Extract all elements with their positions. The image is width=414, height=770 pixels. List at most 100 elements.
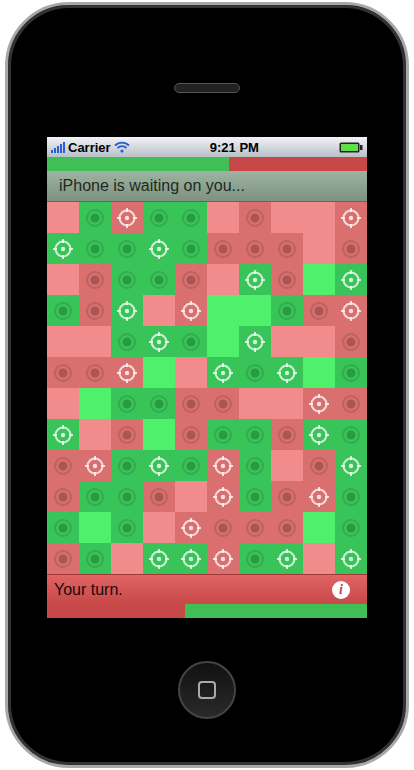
grid-cell[interactable] bbox=[239, 543, 271, 574]
grid-cell[interactable] bbox=[47, 233, 79, 264]
grid-cell[interactable] bbox=[175, 543, 207, 574]
grid-cell[interactable] bbox=[335, 295, 367, 326]
grid-cell[interactable] bbox=[303, 326, 335, 357]
grid-cell[interactable] bbox=[79, 512, 111, 543]
grid-cell[interactable] bbox=[239, 295, 271, 326]
grid-cell[interactable] bbox=[271, 419, 303, 450]
grid-cell[interactable] bbox=[239, 481, 271, 512]
grid-cell[interactable] bbox=[303, 357, 335, 388]
grid-cell[interactable] bbox=[111, 326, 143, 357]
grid-cell[interactable] bbox=[143, 264, 175, 295]
grid-cell[interactable] bbox=[335, 450, 367, 481]
grid-cell[interactable] bbox=[175, 512, 207, 543]
grid-cell[interactable] bbox=[175, 419, 207, 450]
grid-cell[interactable] bbox=[79, 388, 111, 419]
grid-cell[interactable] bbox=[79, 233, 111, 264]
grid-cell[interactable] bbox=[111, 481, 143, 512]
grid-cell[interactable] bbox=[175, 357, 207, 388]
grid-cell[interactable] bbox=[239, 512, 271, 543]
grid-cell[interactable] bbox=[111, 357, 143, 388]
grid-cell[interactable] bbox=[239, 419, 271, 450]
grid-cell[interactable] bbox=[335, 357, 367, 388]
grid-cell[interactable] bbox=[143, 357, 175, 388]
grid-cell[interactable] bbox=[143, 450, 175, 481]
grid-cell[interactable] bbox=[111, 295, 143, 326]
grid-cell[interactable] bbox=[207, 326, 239, 357]
grid-cell[interactable] bbox=[207, 295, 239, 326]
home-button[interactable] bbox=[178, 661, 236, 719]
grid-cell[interactable] bbox=[207, 543, 239, 574]
grid-cell[interactable] bbox=[143, 388, 175, 419]
grid-cell[interactable] bbox=[239, 357, 271, 388]
grid-cell[interactable] bbox=[175, 202, 207, 233]
grid-cell[interactable] bbox=[271, 388, 303, 419]
grid-cell[interactable] bbox=[335, 202, 367, 233]
grid-cell[interactable] bbox=[303, 233, 335, 264]
grid-cell[interactable] bbox=[111, 202, 143, 233]
grid-cell[interactable] bbox=[335, 233, 367, 264]
grid-cell[interactable] bbox=[175, 264, 207, 295]
grid-cell[interactable] bbox=[111, 233, 143, 264]
grid-cell[interactable] bbox=[239, 450, 271, 481]
grid-cell[interactable] bbox=[271, 202, 303, 233]
grid-cell[interactable] bbox=[271, 481, 303, 512]
grid-cell[interactable] bbox=[303, 295, 335, 326]
grid-cell[interactable] bbox=[143, 481, 175, 512]
grid-cell[interactable] bbox=[143, 295, 175, 326]
grid-cell[interactable] bbox=[47, 357, 79, 388]
grid-cell[interactable] bbox=[335, 326, 367, 357]
grid-cell[interactable] bbox=[79, 543, 111, 574]
grid-cell[interactable] bbox=[47, 450, 79, 481]
grid-cell[interactable] bbox=[47, 202, 79, 233]
grid-cell[interactable] bbox=[271, 543, 303, 574]
grid-cell[interactable] bbox=[303, 388, 335, 419]
grid-cell[interactable] bbox=[143, 543, 175, 574]
grid-cell[interactable] bbox=[239, 264, 271, 295]
grid-cell[interactable] bbox=[47, 512, 79, 543]
grid-cell[interactable] bbox=[143, 512, 175, 543]
grid-cell[interactable] bbox=[207, 450, 239, 481]
grid-cell[interactable] bbox=[175, 388, 207, 419]
grid-cell[interactable] bbox=[303, 481, 335, 512]
grid-cell[interactable] bbox=[47, 543, 79, 574]
grid-cell[interactable] bbox=[79, 295, 111, 326]
grid-cell[interactable] bbox=[271, 357, 303, 388]
grid-cell[interactable] bbox=[271, 450, 303, 481]
grid-cell[interactable] bbox=[79, 326, 111, 357]
grid-cell[interactable] bbox=[239, 388, 271, 419]
grid-cell[interactable] bbox=[303, 543, 335, 574]
grid-cell[interactable] bbox=[175, 295, 207, 326]
grid-cell[interactable] bbox=[47, 388, 79, 419]
grid-cell[interactable] bbox=[207, 233, 239, 264]
grid-cell[interactable] bbox=[111, 264, 143, 295]
grid-cell[interactable] bbox=[143, 326, 175, 357]
grid-cell[interactable] bbox=[335, 388, 367, 419]
grid-cell[interactable] bbox=[303, 264, 335, 295]
grid-cell[interactable] bbox=[303, 450, 335, 481]
grid-cell[interactable] bbox=[207, 357, 239, 388]
grid-cell[interactable] bbox=[271, 295, 303, 326]
grid-cell[interactable] bbox=[335, 419, 367, 450]
grid-cell[interactable] bbox=[175, 326, 207, 357]
grid-cell[interactable] bbox=[239, 202, 271, 233]
grid-cell[interactable] bbox=[175, 450, 207, 481]
grid-cell[interactable] bbox=[303, 512, 335, 543]
grid-cell[interactable] bbox=[47, 326, 79, 357]
grid-cell[interactable] bbox=[335, 512, 367, 543]
grid-cell[interactable] bbox=[111, 512, 143, 543]
grid-cell[interactable] bbox=[271, 512, 303, 543]
grid-cell[interactable] bbox=[335, 264, 367, 295]
grid-cell[interactable] bbox=[271, 264, 303, 295]
grid-cell[interactable] bbox=[47, 295, 79, 326]
grid-cell[interactable] bbox=[47, 264, 79, 295]
grid-cell[interactable] bbox=[143, 233, 175, 264]
grid-cell[interactable] bbox=[111, 543, 143, 574]
grid-cell[interactable] bbox=[207, 202, 239, 233]
grid-cell[interactable] bbox=[207, 512, 239, 543]
grid-cell[interactable] bbox=[335, 543, 367, 574]
grid-cell[interactable] bbox=[175, 481, 207, 512]
grid-cell[interactable] bbox=[271, 233, 303, 264]
grid-cell[interactable] bbox=[111, 450, 143, 481]
grid-cell[interactable] bbox=[303, 202, 335, 233]
grid-cell[interactable] bbox=[207, 388, 239, 419]
